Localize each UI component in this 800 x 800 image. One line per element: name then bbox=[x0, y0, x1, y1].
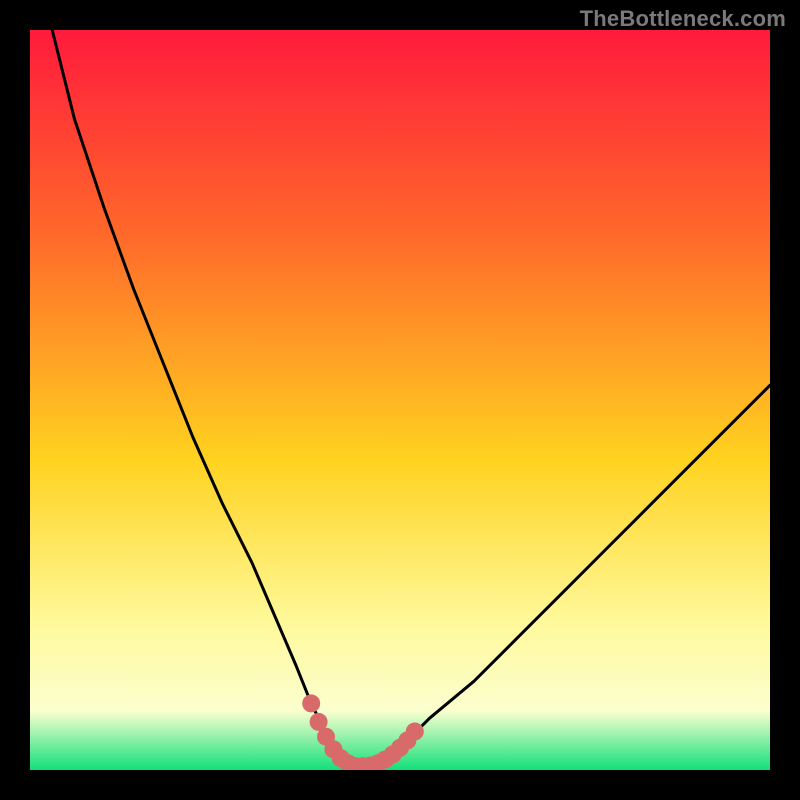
trough-marker bbox=[406, 723, 424, 741]
chart-frame: TheBottleneck.com bbox=[0, 0, 800, 800]
gradient-background bbox=[30, 30, 770, 770]
watermark-text: TheBottleneck.com bbox=[580, 6, 786, 32]
chart-svg bbox=[30, 30, 770, 770]
trough-marker bbox=[302, 694, 320, 712]
plot-area bbox=[30, 30, 770, 770]
